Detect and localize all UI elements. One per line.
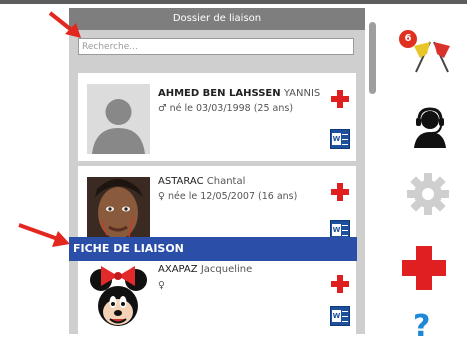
female-icon: ♀	[158, 280, 165, 291]
patient-name: ASTARAC Chantal	[158, 176, 245, 187]
patient-last-name: AXAPAZ	[158, 264, 198, 275]
fiche-de-liaison-label[interactable]: FICHE DE LIAISON	[69, 237, 357, 261]
patient-first-name: Chantal	[206, 176, 246, 187]
panel-title: Dossier de liaison	[69, 8, 365, 30]
search-input[interactable]	[78, 38, 354, 55]
patient-name: AXAPAZ Jacqueline	[158, 264, 252, 275]
patient-name: AHMED BEN LAHSSEN YANNIS	[158, 88, 320, 99]
patient-card[interactable]: AHMED BEN LAHSSEN YANNIS ♂ né le 03/03/1…	[78, 73, 356, 161]
support-operator-icon[interactable]	[410, 106, 450, 148]
word-document-icon[interactable]: W	[330, 129, 350, 149]
red-cross-icon[interactable]	[330, 274, 350, 294]
red-cross-icon[interactable]	[330, 89, 350, 109]
patient-card[interactable]: AXAPAZ Jacqueline ♀ W	[78, 250, 356, 334]
annotation-arrow-icon	[16, 222, 72, 250]
female-icon: ♀	[158, 191, 165, 202]
help-icon[interactable]: ?	[413, 312, 430, 342]
patient-birth-info: ♀ née le 12/05/2007 (16 ans)	[158, 191, 297, 202]
flags-icon[interactable]	[410, 36, 454, 76]
red-cross-icon[interactable]	[402, 246, 446, 290]
annotation-arrow-icon	[48, 10, 84, 40]
patient-first-name: YANNIS	[283, 88, 321, 99]
avatar-placeholder	[87, 84, 150, 154]
patient-last-name: ASTARAC	[158, 176, 204, 187]
patient-card[interactable]: ASTARAC Chantal ♀ née le 12/05/2007 (16 …	[78, 166, 356, 247]
patient-first-name: Jacqueline	[200, 264, 253, 275]
scrollbar-thumb[interactable]	[369, 22, 376, 94]
patient-last-name: AHMED BEN LAHSSEN	[158, 88, 281, 99]
red-cross-icon[interactable]	[330, 182, 350, 202]
patient-birth-info: ♂ né le 03/03/1998 (25 ans)	[158, 103, 293, 114]
male-icon: ♂	[158, 103, 167, 114]
gear-icon[interactable]	[405, 171, 451, 217]
birth-text: né le 03/03/1998 (25 ans)	[169, 103, 294, 114]
word-document-icon[interactable]: W	[330, 306, 350, 326]
avatar-minnie	[87, 262, 150, 332]
notification-badge: 6	[399, 30, 417, 48]
birth-text: née le 12/05/2007 (16 ans)	[168, 191, 298, 202]
patient-birth-info: ♀	[158, 280, 165, 291]
liaison-panel: Dossier de liaison AHMED BEN LAHSSEN YAN…	[69, 8, 365, 334]
